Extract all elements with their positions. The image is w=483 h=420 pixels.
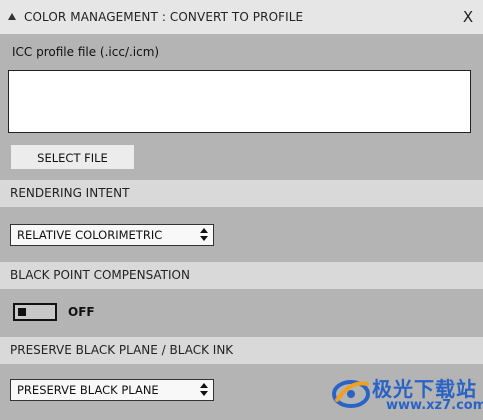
toggle-state-label: OFF — [68, 305, 95, 319]
icc-profile-path-field[interactable] — [8, 70, 471, 133]
collapse-triangle-icon[interactable] — [8, 13, 16, 20]
select-file-button[interactable]: SELECT FILE — [11, 145, 134, 169]
select-arrows-icon — [200, 382, 208, 398]
icc-profile-label: ICC profile file (.icc/.icm) — [12, 45, 160, 59]
rendering-intent-header: RENDERING INTENT — [0, 180, 483, 207]
preserve-black-select[interactable]: PRESERVE BLACK PLANE — [10, 379, 214, 401]
rendering-intent-select[interactable]: RELATIVE COLORIMETRIC — [10, 224, 214, 246]
preserve-black-value: PRESERVE BLACK PLANE — [17, 383, 159, 397]
watermark-url: www.xz7.com — [386, 398, 483, 413]
rendering-intent-value: RELATIVE COLORIMETRIC — [17, 228, 163, 242]
preserve-black-header: PRESERVE BLACK PLANE / BLACK INK — [0, 337, 483, 364]
black-point-compensation-header: BLACK POINT COMPENSATION — [0, 262, 483, 289]
watermark-logo-icon — [332, 380, 370, 408]
black-point-compensation-toggle[interactable] — [13, 303, 57, 321]
title-bar: COLOR MANAGEMENT : CONVERT TO PROFILE X — [0, 0, 483, 34]
toggle-knob — [18, 308, 26, 316]
close-button[interactable]: X — [459, 7, 477, 27]
select-arrows-icon — [200, 227, 208, 243]
window-title: COLOR MANAGEMENT : CONVERT TO PROFILE — [24, 10, 304, 24]
site-watermark: 极光下载站 www.xz7.com — [331, 372, 483, 418]
